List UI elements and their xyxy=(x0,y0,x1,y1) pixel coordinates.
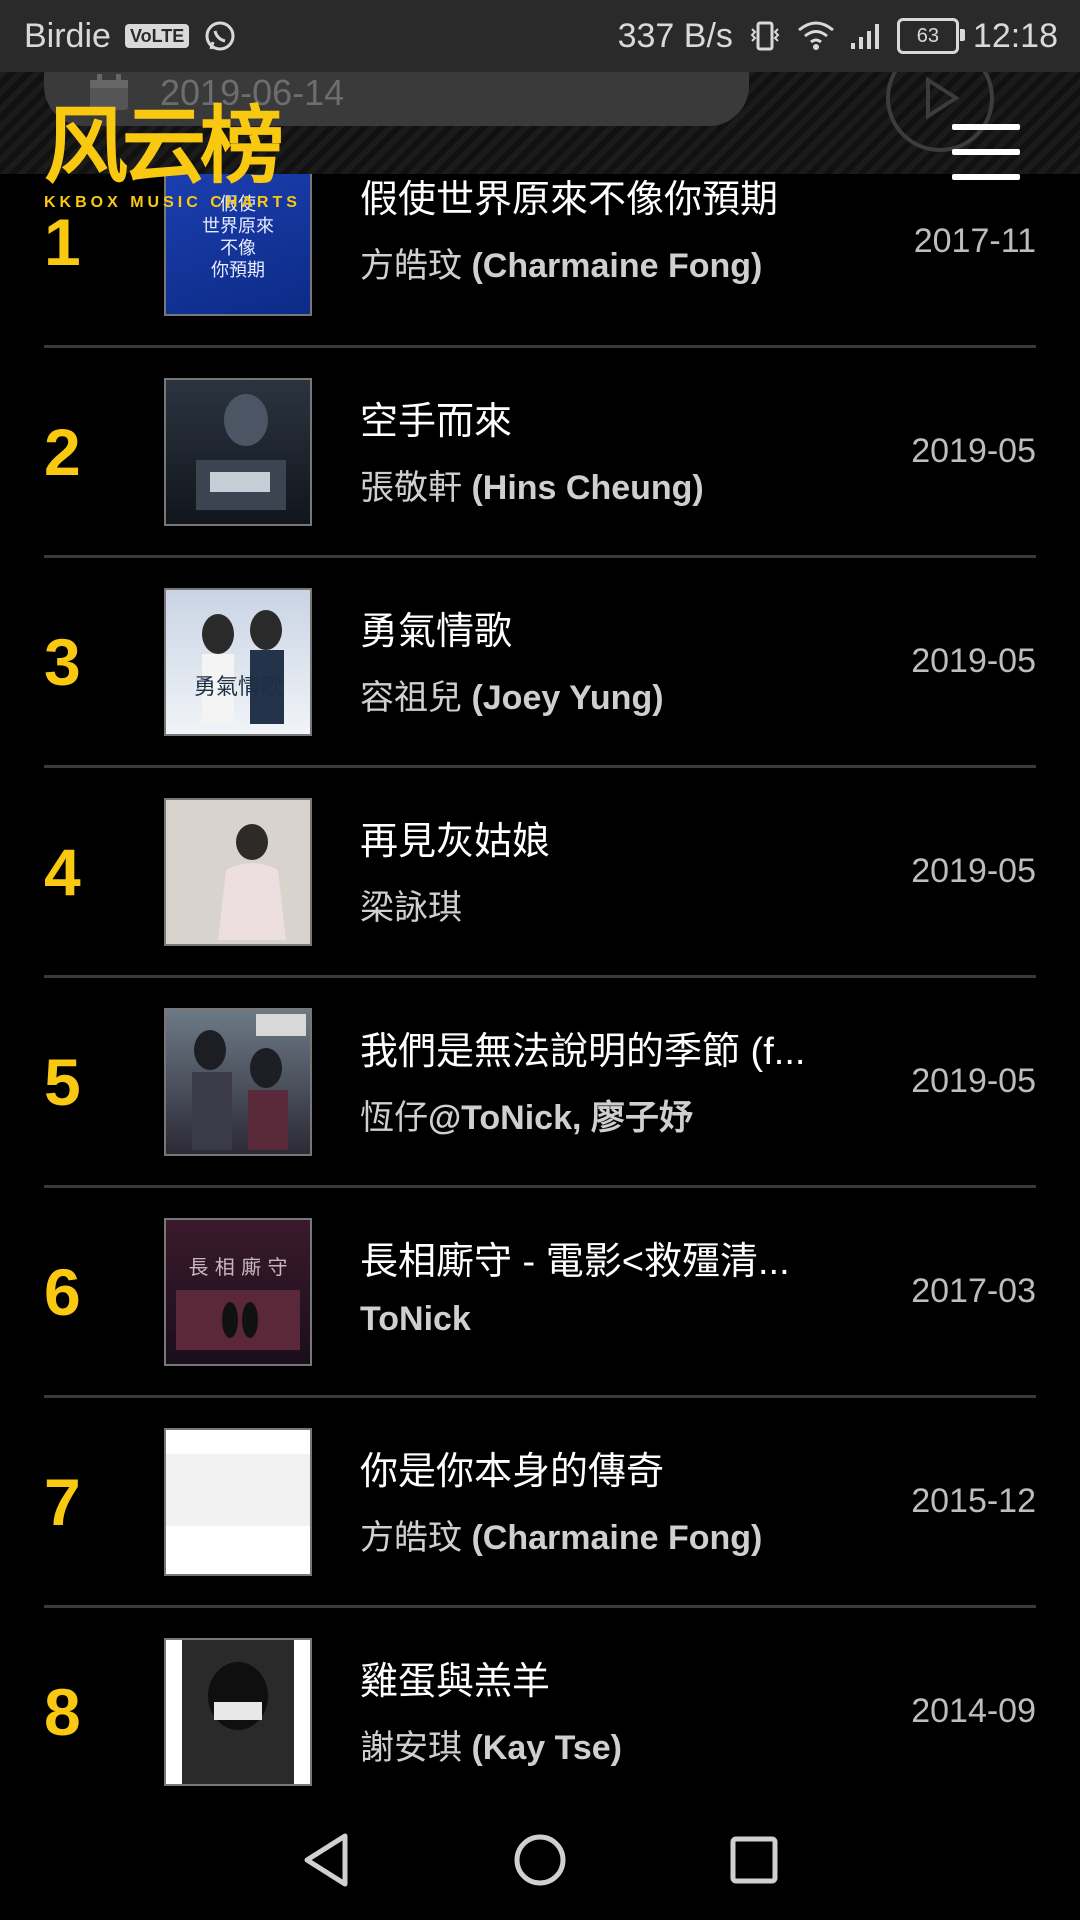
recents-button[interactable] xyxy=(722,1828,786,1892)
volte-badge: VoLTE xyxy=(124,24,190,48)
clock: 12:18 xyxy=(972,16,1058,55)
song-title: 我們是無法說明的季節 (f... xyxy=(360,1031,806,1073)
system-nav-bar xyxy=(0,1800,1080,1920)
whatsapp-icon xyxy=(203,19,237,53)
svg-text:長 相 廝 守: 長 相 廝 守 xyxy=(188,1255,287,1279)
vibrate-icon xyxy=(747,19,783,53)
menu-button[interactable] xyxy=(952,124,1020,180)
song-title: 假使世界原來不像你預期 xyxy=(360,179,779,221)
song-title: 雞蛋與羔羊 xyxy=(360,1661,551,1703)
status-bar: Birdie VoLTE 337 B/s 63 12:18 xyxy=(0,0,1080,72)
artist-name: 謝安琪 (Kay Tse) xyxy=(360,1729,622,1767)
chart-row[interactable]: 6 長 相 廝 守 長相廝守 - 電影<救殭清... ToNick 2017-0… xyxy=(44,1188,1036,1398)
logo-subtitle: KKBOX MUSIC CHARTS xyxy=(44,194,301,211)
artist-name: 方皓玟 (Charmaine Fong) xyxy=(360,247,763,285)
rank-number: 2 xyxy=(44,414,81,489)
artist-name: 恆仔@ToNick, 廖子妤 xyxy=(360,1099,693,1137)
chart-row[interactable]: 4 再見灰姑娘 梁詠琪 2019-05 xyxy=(44,768,1036,978)
release-date: 2017-11 xyxy=(913,222,1036,260)
song-title: 長相廝守 - 電影<救殭清... xyxy=(360,1241,790,1283)
artist-name: 容祖兒 (Joey Yung) xyxy=(360,679,664,717)
chart-row[interactable]: 3 勇氣情歌 勇氣情歌 容祖兒 (Joey Yung) 2019-05 xyxy=(44,558,1036,768)
svg-text:勇氣情歌: 勇氣情歌 xyxy=(194,675,282,700)
release-date: 2019-05 xyxy=(911,852,1036,890)
album-cover xyxy=(164,1428,312,1576)
album-cover xyxy=(164,378,312,526)
rank-number: 7 xyxy=(44,1464,81,1539)
wifi-icon xyxy=(797,20,835,52)
rank-number: 3 xyxy=(44,624,81,699)
release-date: 2017-03 xyxy=(911,1272,1036,1310)
chart-row[interactable]: 2 空手而來 張敬軒 (Hins Cheung) 2019-05 xyxy=(44,348,1036,558)
kkbox-charts-logo: 风云榜 KKBOX MUSIC CHARTS xyxy=(44,104,314,222)
release-date: 2019-05 xyxy=(911,432,1036,470)
song-title: 再見灰姑娘 xyxy=(360,821,551,863)
battery-level: 63 xyxy=(916,24,940,47)
battery-icon: 63 xyxy=(896,18,965,54)
chart-row[interactable]: 5 我們是無法說明的季節 (f... 恆仔@ToNick, 廖子妤 2019-0… xyxy=(44,978,1036,1188)
song-title: 勇氣情歌 xyxy=(360,611,513,653)
rank-number: 5 xyxy=(44,1044,81,1119)
artist-name: 方皓玟 (Charmaine Fong) xyxy=(360,1519,763,1557)
svg-text:不像: 不像 xyxy=(220,238,256,259)
release-date: 2015-12 xyxy=(911,1482,1036,1520)
back-icon xyxy=(304,1833,348,1887)
signal-icon xyxy=(849,21,883,51)
net-speed: 337 B/s xyxy=(617,16,733,55)
back-button[interactable] xyxy=(294,1828,358,1892)
album-cover xyxy=(164,1638,312,1786)
artist-name: 張敬軒 (Hins Cheung) xyxy=(360,469,704,507)
chart-row[interactable]: 8 雞蛋與羔羊 謝安琪 (Kay Tse) 2014-09 xyxy=(44,1608,1036,1800)
logo-text: 风云榜 xyxy=(44,97,284,195)
rank-number: 4 xyxy=(44,834,81,909)
release-date: 2014-09 xyxy=(911,1692,1036,1730)
rank-number: 8 xyxy=(44,1674,81,1749)
home-icon xyxy=(514,1834,566,1886)
artist-name: ToNick xyxy=(360,1300,471,1338)
svg-text:你預期: 你預期 xyxy=(211,260,265,281)
album-cover: 長 相 廝 守 xyxy=(164,1218,312,1366)
song-title: 空手而來 xyxy=(360,401,513,443)
release-date: 2019-05 xyxy=(911,1062,1036,1100)
album-cover xyxy=(164,1008,312,1156)
song-title: 你是你本身的傳奇 xyxy=(360,1451,665,1493)
recents-icon xyxy=(730,1836,778,1884)
carrier-name: Birdie xyxy=(24,16,111,55)
chart-row[interactable]: 7 你是你本身的傳奇 方皓玟 (Charmaine Fong) 2015-12 xyxy=(44,1398,1036,1608)
album-cover xyxy=(164,798,312,946)
artist-name: 梁詠琪 xyxy=(360,889,462,927)
home-button[interactable] xyxy=(508,1828,572,1892)
album-cover: 勇氣情歌 xyxy=(164,588,312,736)
rank-number: 6 xyxy=(44,1254,81,1329)
chart-list[interactable]: 1 假使 世界原來 不像 你預期 假使世界原來不像你預期 方皓玟 (Charmaine… xyxy=(0,174,1080,1800)
release-date: 2019-05 xyxy=(911,642,1036,680)
menu-icon xyxy=(952,124,1020,130)
